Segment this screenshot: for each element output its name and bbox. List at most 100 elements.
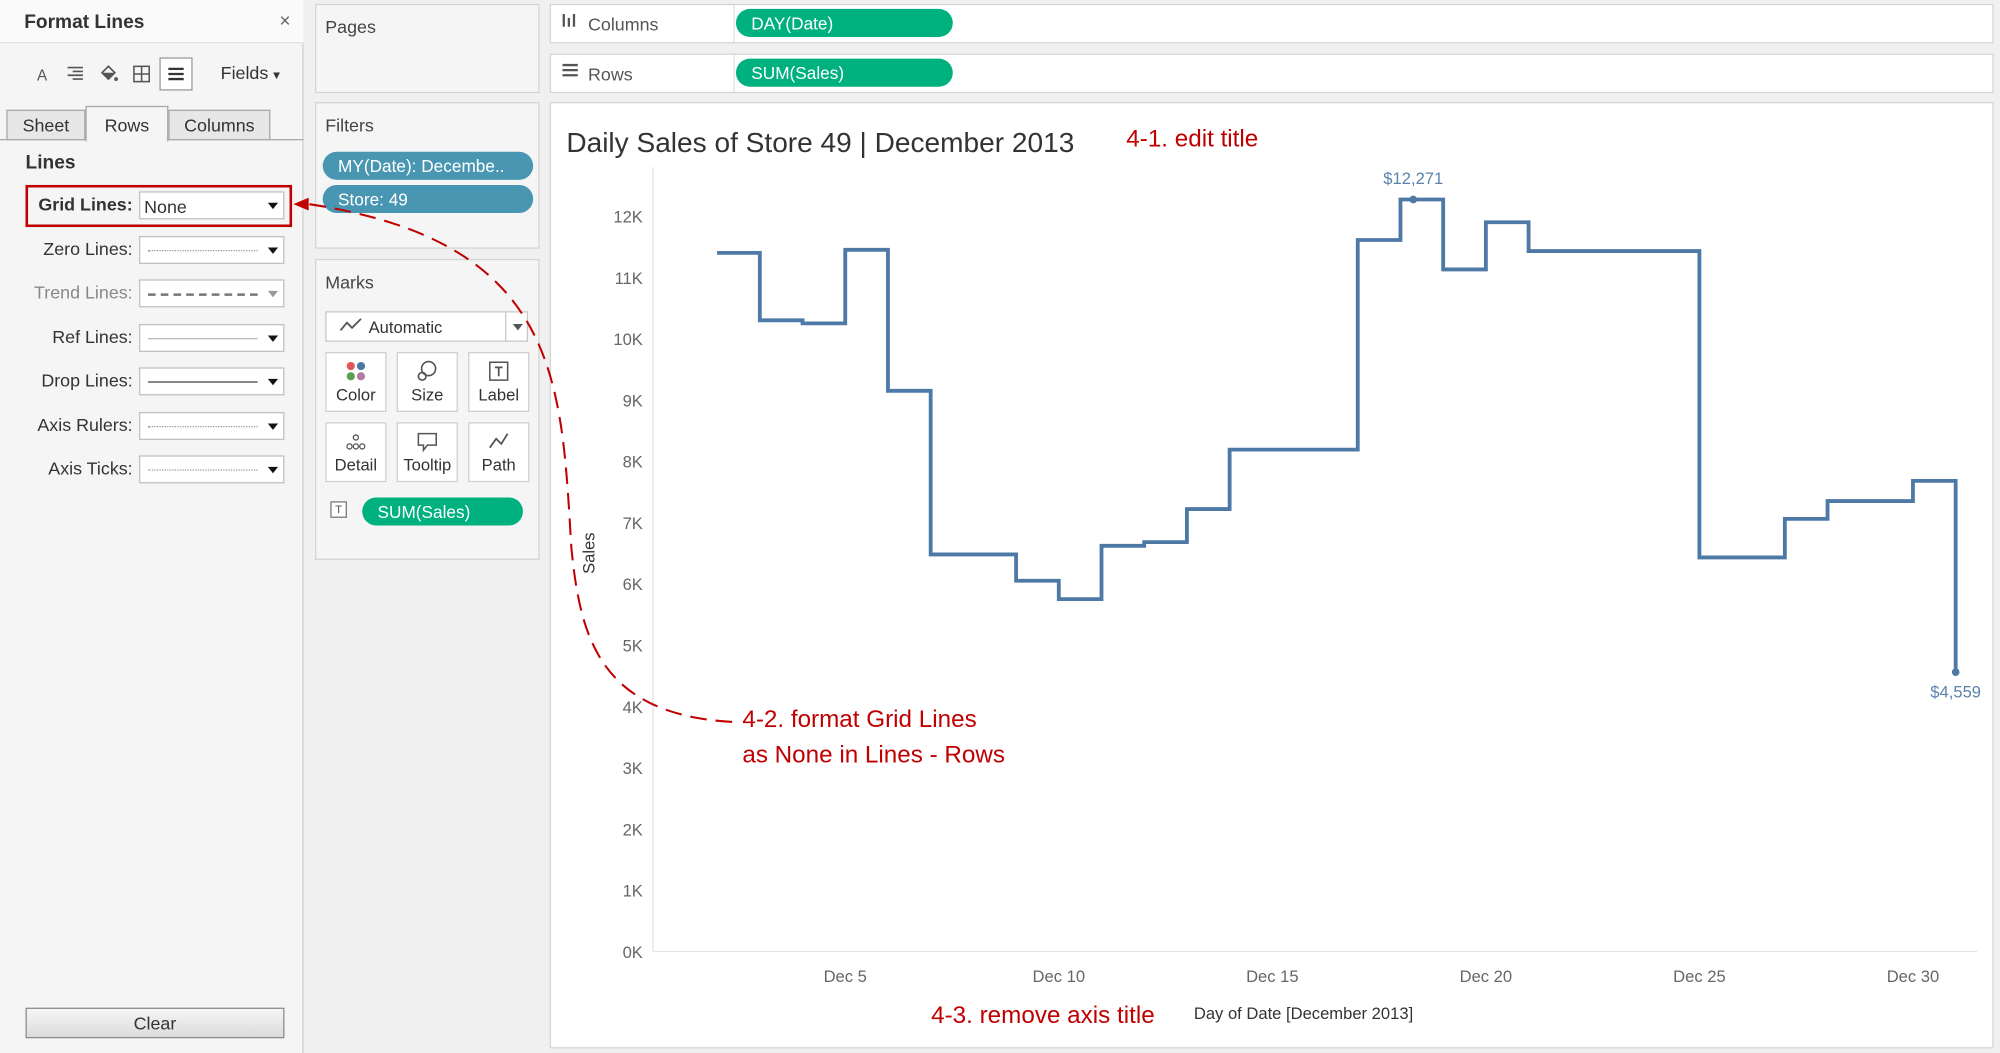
pages-title: Pages [325, 16, 376, 37]
tab-sheet[interactable]: Sheet [6, 109, 86, 141]
clear-button[interactable]: Clear [25, 1007, 285, 1039]
line-style-preview [147, 293, 258, 296]
mark-type-dropdown[interactable]: Automatic [325, 311, 529, 342]
detail-label: Detail [334, 455, 378, 475]
pages-card[interactable]: Pages [315, 3, 540, 94]
line-style-preview [147, 381, 258, 383]
annotation-grid-lines-line2: as None in Lines - Rows [742, 742, 1006, 770]
x-tick-label: Dec 15 [1246, 967, 1299, 986]
axis-rulers-dropdown[interactable] [139, 411, 285, 441]
filters-title: Filters [325, 114, 374, 136]
annotation-remove-axis-title: 4-3. remove axis title [931, 1002, 1155, 1030]
size-icon [398, 360, 457, 387]
y-tick-label: 4K [623, 698, 643, 717]
color-button[interactable]: Color [325, 352, 387, 412]
lines-icon[interactable] [159, 57, 193, 91]
y-tick-label: 1K [623, 882, 643, 901]
rows-shelf[interactable]: Rows SUM(Sales) [549, 53, 1994, 94]
color-label: Color [336, 385, 376, 405]
label-label: Label [478, 385, 520, 405]
sales-series-line [717, 197, 1958, 673]
y-tick-label: 6K [623, 575, 643, 594]
rows-sum-sales-pill[interactable]: SUM(Sales) [735, 58, 953, 87]
filter-pill-store[interactable]: Store: 49 [322, 184, 534, 214]
rows-icon [561, 62, 579, 81]
x-tick-label: Dec 10 [1033, 967, 1086, 986]
columns-label: Columns [588, 14, 659, 35]
chevron-down-icon [267, 335, 279, 342]
label-sum-sales-pill[interactable]: SUM(Sales) [362, 497, 523, 526]
trend-lines-dropdown[interactable] [139, 279, 285, 308]
worksheet-view: Daily Sales of Store 49 | December 2013 … [549, 102, 1994, 1049]
detail-icon [327, 430, 386, 457]
zero-lines-dropdown[interactable] [139, 235, 285, 265]
font-icon[interactable]: A [29, 61, 55, 87]
axis-ticks-dropdown[interactable] [139, 455, 285, 484]
align-icon[interactable] [62, 61, 88, 87]
size-button[interactable]: Size [396, 352, 458, 412]
sales-step-chart: 0K 1K 2K 3K 4K 5K 6K 7K 8K 9K 10K 11K 12K Dec 5 Dec 10… [579, 167, 1981, 1023]
y-tick-label: 11K [615, 269, 643, 288]
tab-columns[interactable]: Columns [168, 109, 271, 141]
fields-label: Fields [220, 62, 269, 83]
line-style-preview [147, 426, 258, 428]
ref-lines-label: Ref Lines: [52, 326, 133, 347]
tooltip-icon [398, 430, 457, 457]
borders-icon[interactable] [129, 61, 155, 87]
trend-lines-label: Trend Lines: [34, 281, 133, 303]
close-icon[interactable]: × [279, 10, 290, 32]
shelf-separator [733, 54, 735, 92]
y-tick-label: 3K [623, 759, 643, 778]
tooltip-button[interactable]: Tooltip [396, 422, 458, 483]
format-panel-title: Format Lines [24, 11, 145, 34]
rows-label: Rows [588, 63, 633, 85]
filters-card: Filters MY(Date): Decembe.. Store: 49 [315, 102, 540, 249]
drop-lines-label: Drop Lines: [41, 369, 133, 391]
line-style-preview [147, 249, 258, 252]
format-lines-panel: Format Lines × A Fields ▼ Sheet Rows Col… [0, 0, 304, 1053]
label-button[interactable]: Label [468, 352, 530, 412]
chevron-down-icon [267, 247, 279, 254]
data-label: $12,271 [1383, 169, 1443, 188]
y-tick-label: 9K [623, 391, 643, 410]
grid-lines-highlight-box [25, 184, 293, 228]
fields-dropdown[interactable]: Fields ▼ [221, 62, 283, 82]
format-panel-header: Format Lines × [0, 0, 304, 44]
lines-section-title: Lines [25, 151, 76, 174]
data-label: $4,559 [1930, 683, 1981, 702]
axis-ticks-label: Axis Ticks: [48, 457, 133, 479]
y-tick-label: 2K [623, 820, 643, 839]
color-icon [327, 360, 386, 387]
filter-pill-date[interactable]: MY(Date): Decembe.. [322, 151, 534, 180]
x-tick-label: Dec 25 [1673, 967, 1726, 986]
line-style-preview [147, 338, 258, 340]
detail-button[interactable]: Detail [325, 422, 387, 483]
chevron-down-icon [267, 466, 279, 474]
tab-rows[interactable]: Rows [85, 105, 169, 142]
marks-card: Marks Automatic Color Size Label Detail … [315, 258, 540, 560]
chevron-down-icon [267, 290, 279, 298]
path-icon [469, 430, 528, 457]
label-icon [469, 360, 528, 387]
data-point [1951, 668, 1960, 676]
chevron-down-icon [512, 323, 523, 331]
zero-lines-label: Zero Lines: [43, 238, 133, 259]
columns-icon [561, 13, 579, 32]
axis-rulers-label: Axis Rulers: [37, 414, 133, 435]
shelf-separator [733, 5, 735, 43]
path-button[interactable]: Path [468, 422, 530, 483]
shading-icon[interactable] [96, 61, 122, 87]
columns-shelf[interactable]: Columns DAY(Date) [549, 3, 1994, 44]
tooltip-label: Tooltip [403, 455, 452, 475]
y-tick-label: 7K [623, 514, 643, 533]
drop-lines-dropdown[interactable] [139, 367, 285, 396]
path-label: Path [481, 455, 516, 475]
ref-lines-dropdown[interactable] [139, 323, 285, 353]
size-label: Size [411, 385, 444, 405]
columns-day-date-pill[interactable]: DAY(Date) [735, 8, 953, 37]
annotation-grid-lines-line1: 4-2. format Grid Lines [742, 706, 977, 734]
marks-title: Marks [325, 271, 374, 293]
x-tick-label: Dec 30 [1887, 967, 1940, 986]
x-tick-label: Dec 20 [1460, 967, 1513, 986]
y-tick-label: 10K [613, 330, 643, 349]
